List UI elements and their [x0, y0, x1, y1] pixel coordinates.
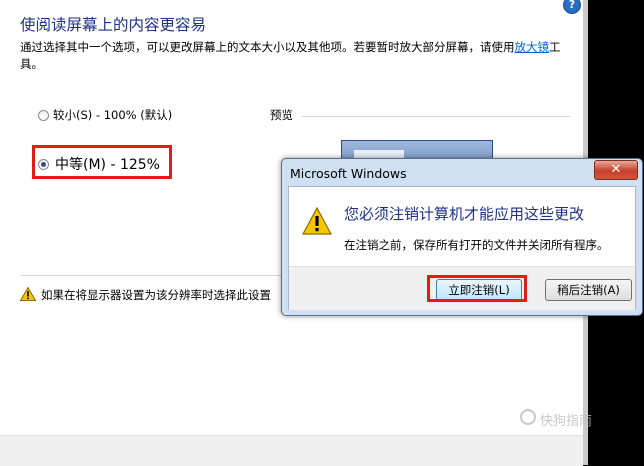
dialog-content-text: 在注销之前，保存所有打开的文件并关闭所有程序。 [344, 238, 609, 252]
intro-text: 通过选择其中一个选项，可以更改屏幕上的文本大小以及其他项。若要暂时放大部分屏幕，… [20, 40, 515, 54]
highlight-box-medium [32, 145, 172, 179]
watermark: 快狗指南 [540, 414, 593, 429]
warning-icon [20, 287, 36, 301]
preview-divider [302, 116, 570, 117]
warning-icon [302, 207, 332, 235]
logoff-later-button[interactable]: 稍后注销(A) [545, 279, 632, 301]
preview-label: 预览 [270, 108, 293, 122]
intro-paragraph: 通过选择其中一个选项，可以更改屏幕上的文本大小以及其他项。若要暂时放大部分屏幕，… [20, 39, 565, 73]
option-smaller-label[interactable]: 较小(S) - 100% (默认) [53, 107, 172, 123]
close-icon[interactable]: ✕ [594, 160, 638, 180]
warning-text: 如果在将显示器设置为该分辨率时选择此设置 [41, 288, 271, 302]
bottom-bar [0, 435, 583, 466]
help-icon[interactable]: ? [563, 0, 581, 14]
dialog-main-instruction: 您必须注销计算机才能应用这些更改 [344, 205, 585, 223]
dialog-title: Microsoft Windows [290, 166, 407, 181]
highlight-box-logoff [427, 275, 527, 302]
watermark-icon [520, 409, 536, 425]
magnifier-link[interactable]: 放大镜 [515, 40, 550, 54]
page-title: 使阅读屏幕上的内容更容易 [20, 16, 207, 34]
option-smaller-radio[interactable] [38, 110, 49, 121]
